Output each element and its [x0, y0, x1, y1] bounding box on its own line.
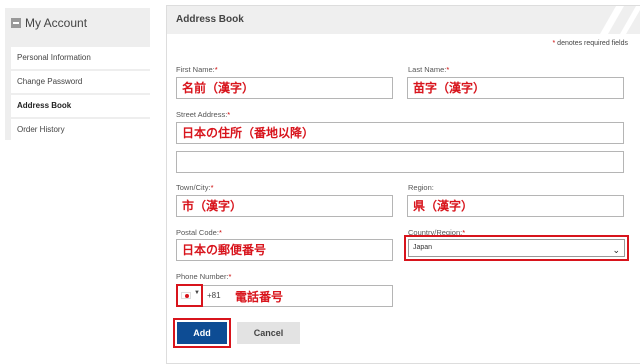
required-fields-note: * denotes required fields: [552, 40, 628, 47]
street-address-field[interactable]: 日本の住所（番地以降）: [176, 122, 624, 144]
region-label: Region:: [408, 183, 434, 192]
sidebar-item-order-history[interactable]: Order History: [11, 119, 150, 141]
sidebar-item-change-password[interactable]: Change Password: [11, 71, 150, 93]
sidebar-item-address-book[interactable]: Address Book: [11, 95, 150, 117]
panel-header: Address Book: [167, 6, 640, 34]
address-book-panel: Address Book: [166, 5, 640, 364]
chevron-down-icon: ⌄: [612, 245, 620, 255]
last-name-field[interactable]: 苗字（漢字）: [407, 77, 624, 99]
region-field[interactable]: 県（漢字）: [407, 195, 624, 217]
first-name-field[interactable]: 名前（漢字）: [176, 77, 393, 99]
collapse-minus-icon[interactable]: [11, 18, 21, 28]
sidebar-item-personal-information[interactable]: Personal Information: [11, 47, 150, 69]
street-address-line2-field[interactable]: [176, 151, 624, 173]
phone-number-label: Phone Number:*: [176, 272, 232, 281]
sidebar-header[interactable]: My Account: [11, 16, 87, 30]
country-region-select[interactable]: Japan ⌄: [408, 239, 625, 257]
town-city-field[interactable]: 市（漢字）: [176, 195, 393, 217]
japan-flag-icon: [181, 292, 191, 299]
phone-number-value: 電話番号: [235, 290, 284, 304]
add-button-highlight: Add: [173, 318, 231, 348]
sidebar-title: My Account: [25, 16, 88, 30]
cancel-button[interactable]: Cancel: [237, 322, 300, 344]
dial-code: +81: [207, 291, 221, 300]
town-city-label: Town/City:*: [176, 183, 214, 192]
postal-code-label: Postal Code:*: [176, 228, 222, 237]
caret-down-icon: ▼: [194, 290, 200, 296]
panel-title: Address Book: [176, 14, 244, 25]
last-name-label: Last Name:*: [408, 65, 450, 74]
account-sidebar: My Account Personal Information Change P…: [5, 8, 150, 143]
first-name-label: First Name:*: [176, 65, 218, 74]
country-region-highlight: Japan ⌄: [404, 235, 629, 261]
street-address-label: Street Address:*: [176, 110, 231, 119]
add-button[interactable]: Add: [177, 322, 227, 344]
decorative-stripes: [600, 6, 640, 34]
phone-number-field[interactable]: +81 電話番号: [203, 285, 393, 307]
country-region-value: Japan: [413, 244, 433, 251]
country-flag-dropdown[interactable]: ▼: [176, 284, 203, 307]
account-menu: Personal Information Change Password Add…: [11, 47, 150, 143]
postal-code-field[interactable]: 日本の郵便番号: [176, 239, 393, 261]
